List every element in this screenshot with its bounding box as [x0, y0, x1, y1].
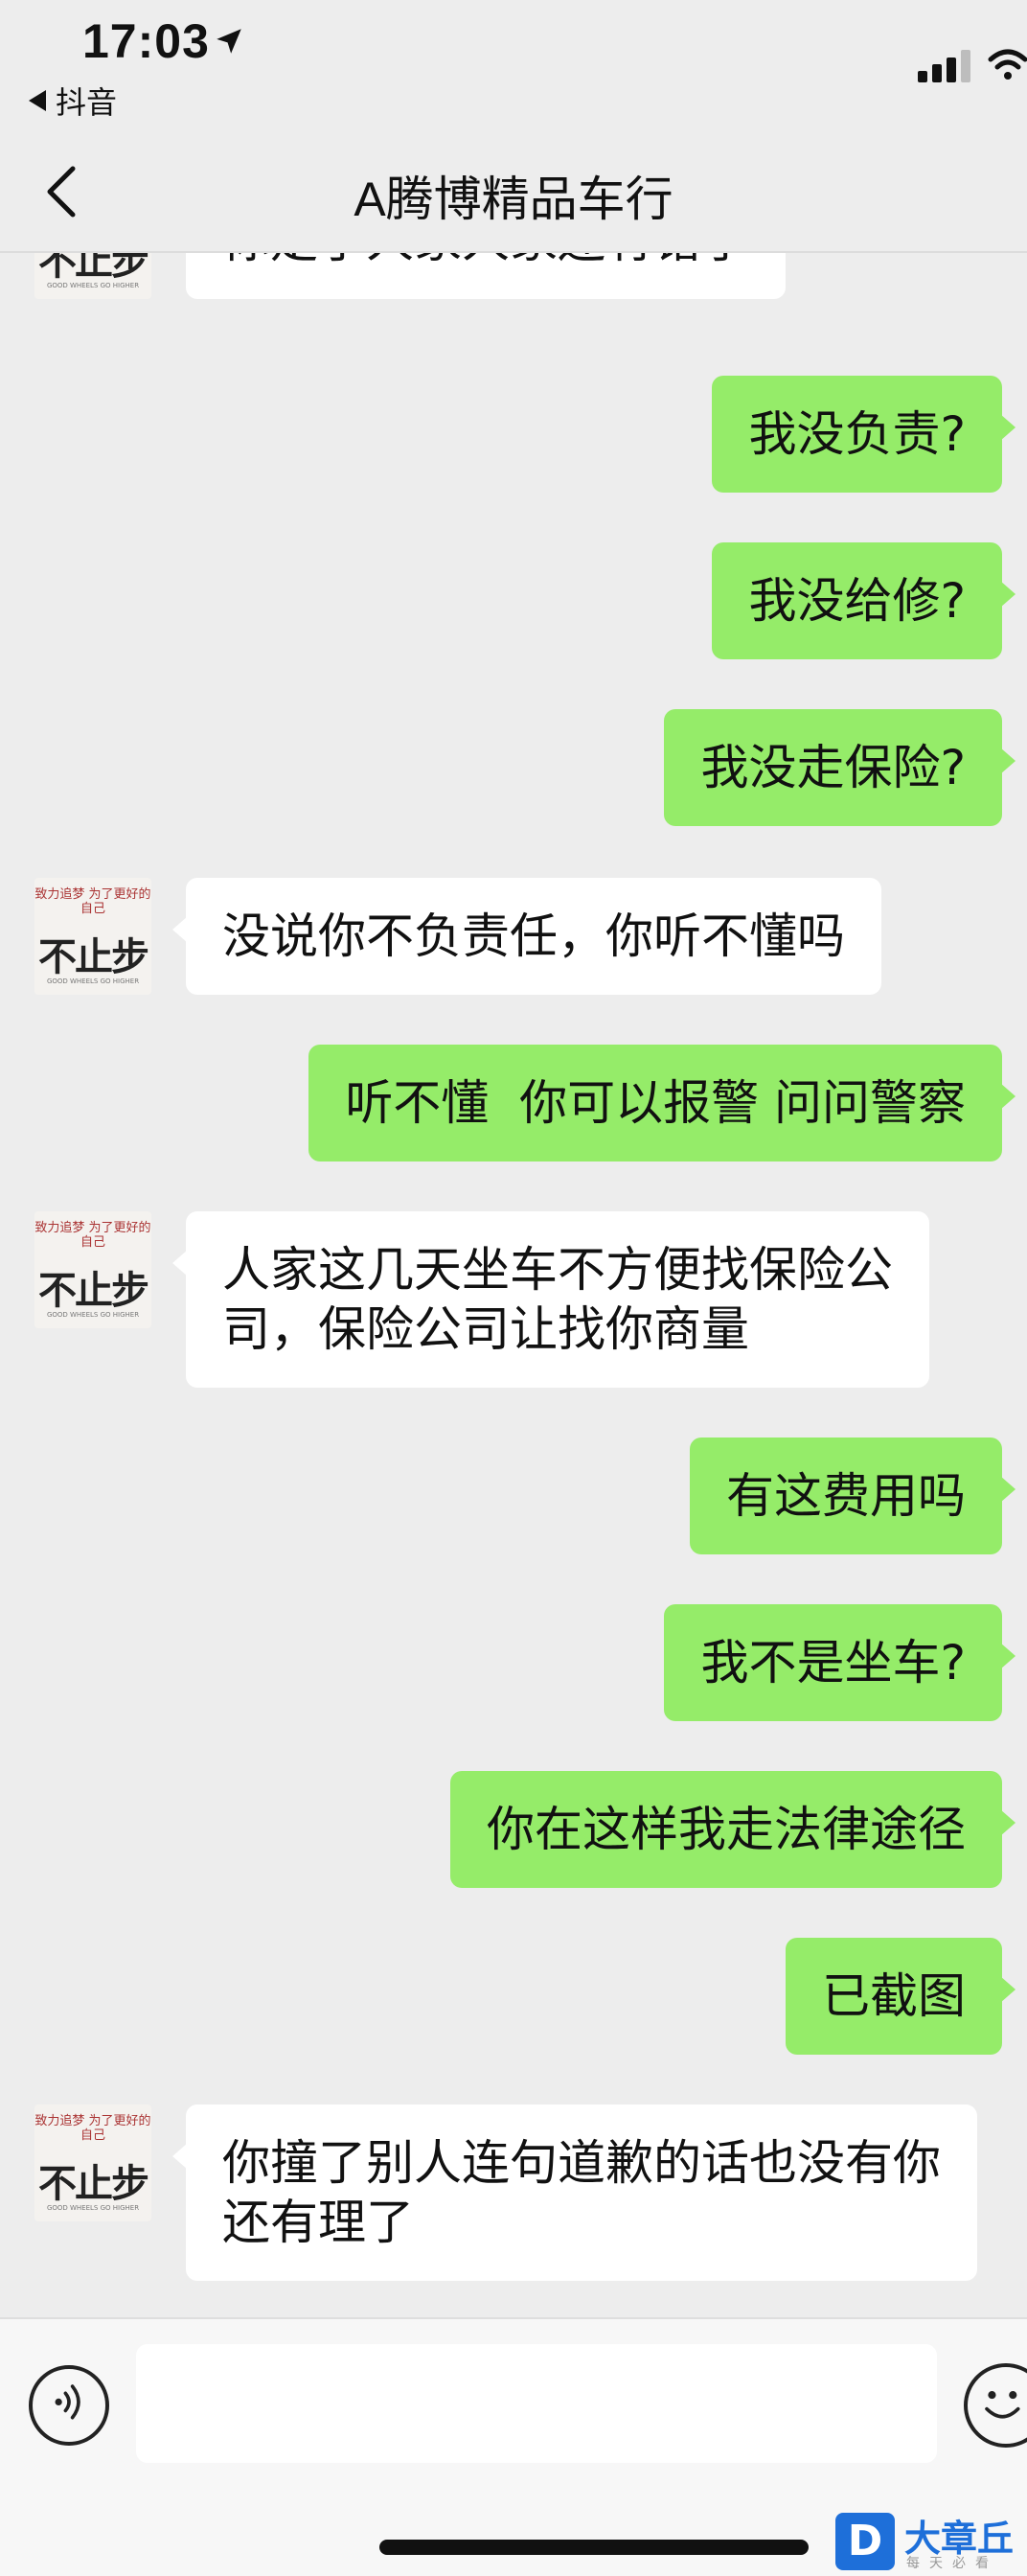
location-arrow-icon: [217, 29, 241, 54]
message-bubble-outgoing[interactable]: 已截图: [786, 1938, 1016, 2055]
avatar-brush-text: 不止步: [38, 253, 149, 284]
wifi-icon: [988, 49, 1027, 80]
chat-title: A腾博精品车行: [354, 172, 673, 226]
avatar-caption: 致力追梦 为了更好的自己: [34, 2114, 151, 2143]
home-indicator: [379, 2540, 809, 2555]
cellular-signal-icon: [918, 50, 970, 82]
avatar-brush-text: 不止步: [38, 1268, 149, 1313]
message-bubble-outgoing[interactable]: 你在这样我走法律途径: [450, 1771, 1016, 1888]
watermark-logo: D: [835, 2513, 895, 2570]
avatar-caption: 致力追梦 为了更好的自己: [34, 887, 151, 916]
message-bubble-outgoing[interactable]: 听不懂 你可以报警 问问警察: [308, 1045, 1016, 1162]
back-to-app-link[interactable]: 抖音: [29, 79, 117, 123]
message-input[interactable]: [136, 2344, 937, 2463]
chat-header: A腾博精品车行: [0, 125, 1027, 253]
watermark: D 大章丘 每天必看: [835, 2505, 1027, 2576]
message-bubble-incoming[interactable]: 人家这几天坐车不方便找保险公 司，保险公司让找你商量: [172, 1211, 929, 1388]
message-bubble-outgoing[interactable]: 有这费用吗: [690, 1438, 1016, 1554]
message-bubble-outgoing[interactable]: 我没给修?: [712, 542, 1016, 659]
contact-avatar[interactable]: 致力追梦 为了更好的自己 不止步 GOOD WHEELS GO HIGHER: [34, 2104, 151, 2221]
avatar-brush-text: 不止步: [38, 934, 149, 979]
status-bar: 17:03 抖音: [0, 0, 1027, 125]
watermark-sub: 每天必看: [906, 2556, 998, 2571]
emoji-button[interactable]: [964, 2363, 1027, 2448]
avatar-fine-text: GOOD WHEELS GO HIGHER: [46, 2204, 140, 2212]
back-triangle-icon: [29, 90, 46, 111]
emoji-icon: [985, 2391, 1020, 2419]
contact-avatar[interactable]: 致力追梦 为了更好的自己 不止步 GOOD WHEELS GO HIGHER: [34, 253, 151, 299]
message-bubble-incoming[interactable]: 你撞了别人连句道歉的话也没有你 还有理了: [172, 2104, 977, 2281]
avatar-brush-text: 不止步: [38, 2161, 149, 2206]
message-bubble-incoming[interactable]: 你走了人家人家还有错了: [186, 253, 786, 299]
message-bubble-outgoing[interactable]: 我不是坐车?: [664, 1604, 1016, 1721]
message-bubble-outgoing[interactable]: 我没负责?: [712, 376, 1016, 493]
status-time: 17:03: [82, 14, 210, 68]
message-bubble-outgoing[interactable]: 我没走保险?: [664, 709, 1016, 826]
avatar-fine-text: GOOD WHEELS GO HIGHER: [46, 1311, 140, 1319]
avatar-fine-text: GOOD WHEELS GO HIGHER: [46, 282, 140, 289]
back-app-label: 抖音: [56, 85, 118, 120]
voice-input-button[interactable]: [29, 2365, 109, 2446]
message-bubble-incoming[interactable]: 没说你不负责任，你听不懂吗: [172, 878, 881, 995]
contact-avatar[interactable]: 致力追梦 为了更好的自己 不止步 GOOD WHEELS GO HIGHER: [34, 1211, 151, 1328]
avatar-fine-text: GOOD WHEELS GO HIGHER: [46, 978, 140, 985]
message-list[interactable]: 致力追梦 为了更好的自己 不止步 GOOD WHEELS GO HIGHER 你…: [0, 253, 1027, 2317]
avatar-caption: 致力追梦 为了更好的自己: [34, 1221, 151, 1250]
voice-icon: [55, 2384, 80, 2420]
contact-avatar[interactable]: 致力追梦 为了更好的自己 不止步 GOOD WHEELS GO HIGHER: [34, 878, 151, 995]
